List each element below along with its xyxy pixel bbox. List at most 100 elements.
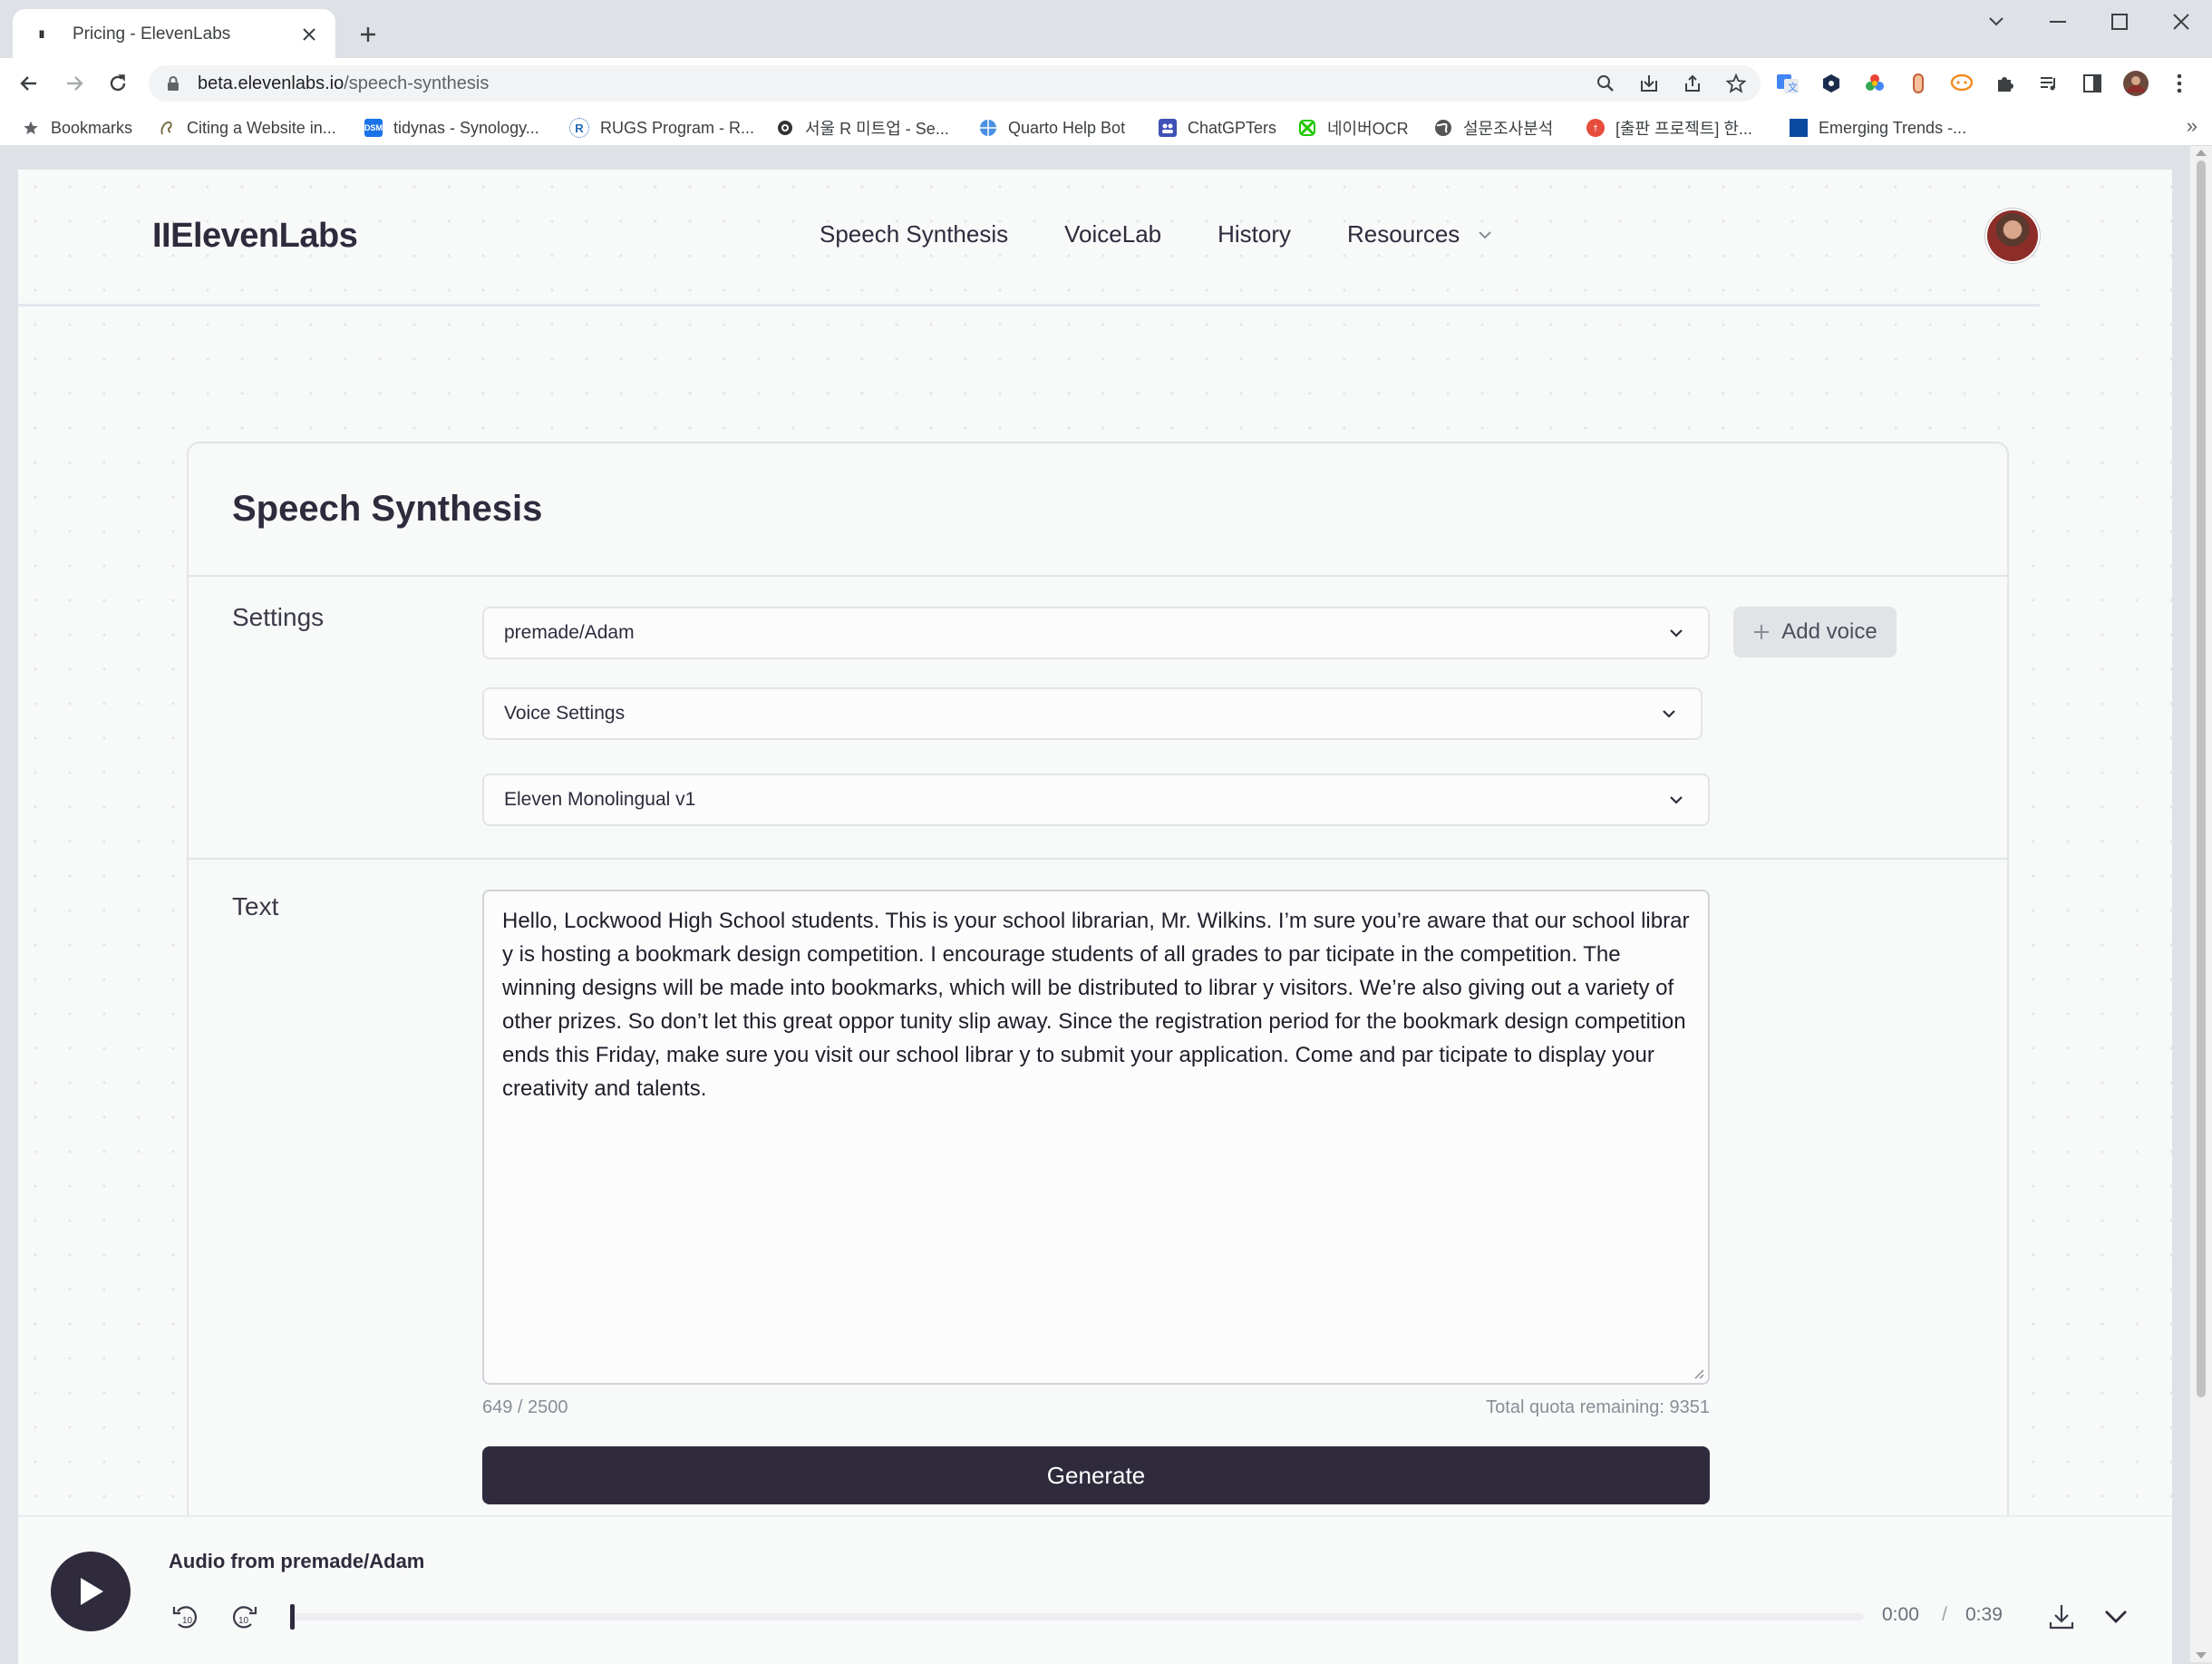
- model-select[interactable]: Eleven Monolingual v1: [482, 774, 1710, 826]
- bookmark-star-icon[interactable]: [1724, 72, 1748, 95]
- tab-title: Pricing - ElevenLabs: [73, 24, 231, 44]
- voice-settings-label: Voice Settings: [504, 703, 626, 724]
- side-panel-icon[interactable]: [2078, 69, 2107, 98]
- main-nav: Speech Synthesis VoiceLab History Resour…: [820, 220, 1494, 248]
- browser-tab[interactable]: ıı Pricing - ElevenLabs: [13, 9, 335, 60]
- nav-history[interactable]: History: [1218, 220, 1291, 248]
- extension-hexagon-icon[interactable]: [1817, 69, 1846, 98]
- bookmark-item[interactable]: 설문조사분석: [1434, 116, 1553, 140]
- progress-track[interactable]: [290, 1604, 1864, 1630]
- minimize-icon[interactable]: [2027, 0, 2089, 44]
- reload-icon[interactable]: [103, 69, 132, 98]
- forward-10-icon[interactable]: 10: [228, 1601, 259, 1631]
- bookmark-item[interactable]: Quarto Help Bot: [979, 116, 1125, 140]
- download-icon[interactable]: [2045, 1601, 2078, 1633]
- svg-text:10: 10: [238, 1616, 249, 1626]
- text-input-value: Hello, Lockwood High School students. Th…: [502, 909, 1690, 1101]
- bookmark-label: ChatGPTers: [1188, 118, 1277, 137]
- bookmark-label: Bookmarks: [51, 118, 133, 137]
- elevenlabs-logo[interactable]: IIElevenLabs: [152, 217, 358, 256]
- google-translate-icon[interactable]: 文: [1773, 69, 1802, 98]
- bookmark-label: Quarto Help Bot: [1008, 118, 1126, 137]
- globe-icon: [1434, 119, 1452, 137]
- user-avatar[interactable]: [1987, 210, 2038, 261]
- page-content: IIElevenLabs Speech Synthesis VoiceLab H…: [18, 170, 2172, 1662]
- nav-resources[interactable]: Resources: [1347, 220, 1494, 248]
- zoom-search-icon[interactable]: [1594, 72, 1617, 95]
- bookmarks-bar: Bookmarks Citing a Website in... DSM tid…: [0, 109, 2212, 146]
- plus-icon: [1754, 625, 1770, 639]
- resize-handle-icon[interactable]: [1692, 1367, 1704, 1379]
- nav-resources-label: Resources: [1347, 220, 1460, 248]
- audio-title: Audio from premade/Adam: [169, 1550, 425, 1572]
- bookmark-item[interactable]: DSM tidynas - Synology...: [364, 116, 539, 140]
- tab-search-chevron-icon[interactable]: [1965, 0, 2027, 44]
- window-controls: [1965, 0, 2212, 44]
- rewind-10-icon[interactable]: 10: [170, 1601, 201, 1631]
- r-logo-icon: R: [569, 118, 589, 138]
- add-voice-button[interactable]: Add voice: [1733, 607, 1897, 657]
- maximize-icon[interactable]: [2089, 0, 2150, 44]
- reading-list-icon[interactable]: [2034, 69, 2063, 98]
- settings-label: Settings: [232, 603, 325, 631]
- chevron-down-icon[interactable]: [2100, 1601, 2132, 1633]
- share-icon[interactable]: [1681, 72, 1704, 95]
- naver-ocr-icon: [1298, 119, 1316, 137]
- text-label: Text: [232, 892, 279, 920]
- play-icon: [81, 1578, 103, 1605]
- chevron-down-icon: [1670, 629, 1683, 637]
- project-icon: †: [1586, 119, 1605, 137]
- bookmark-item[interactable]: 서울 R 미트업 - Se...: [776, 116, 949, 140]
- bookmark-item[interactable]: Emerging Trends -...: [1790, 116, 1966, 140]
- scroll-down-arrow-icon[interactable]: [2196, 1652, 2207, 1659]
- bookmark-item[interactable]: Bookmarks: [22, 116, 132, 140]
- nav-voicelab[interactable]: VoiceLab: [1064, 220, 1161, 248]
- text-input[interactable]: Hello, Lockwood High School students. Th…: [482, 890, 1710, 1385]
- bookmark-item[interactable]: ChatGPTers: [1159, 116, 1276, 140]
- play-button[interactable]: [51, 1552, 131, 1631]
- page-scrollbar[interactable]: [2190, 146, 2212, 1662]
- globe-icon: [979, 119, 997, 137]
- extension-capsule-icon[interactable]: [1904, 69, 1933, 98]
- color-picker-icon[interactable]: [1860, 69, 1889, 98]
- generate-button[interactable]: Generate: [482, 1446, 1710, 1504]
- divider: [189, 858, 2007, 860]
- chevron-down-icon: [1479, 230, 1492, 238]
- bookmark-item[interactable]: R RUGS Program - R...: [569, 116, 754, 140]
- card-title: Speech Synthesis: [232, 489, 543, 529]
- nav-speech-synthesis[interactable]: Speech Synthesis: [820, 220, 1008, 248]
- bookmark-item[interactable]: Citing a Website in...: [158, 116, 336, 140]
- character-count: 649 / 2500: [482, 1397, 568, 1417]
- voice-select-value: premade/Adam: [504, 622, 635, 643]
- bookmark-label: Citing a Website in...: [187, 118, 336, 137]
- tab-close-icon[interactable]: [297, 23, 321, 46]
- bookmark-item[interactable]: 네이버OCR: [1298, 116, 1409, 140]
- profile-avatar-icon[interactable]: [2121, 69, 2150, 98]
- address-bar[interactable]: beta.elevenlabs.io/speech-synthesis: [149, 65, 1761, 102]
- forward-arrow-icon[interactable]: [60, 69, 89, 98]
- scrollbar-thumb[interactable]: [2197, 161, 2206, 1397]
- browser-menu-icon[interactable]: [2165, 69, 2194, 98]
- progress-thumb[interactable]: [290, 1604, 295, 1630]
- install-app-icon[interactable]: [1637, 72, 1661, 95]
- bookmark-label: 서울 R 미트업 - Se...: [805, 120, 949, 138]
- divider: [189, 575, 2007, 577]
- new-tab-plus-icon[interactable]: [354, 20, 383, 49]
- audio-player: Audio from premade/Adam 10 10 0:00 / 0:3…: [18, 1515, 2172, 1664]
- bookmark-item[interactable]: † [출판 프로젝트] 한...: [1586, 116, 1752, 140]
- extensions-puzzle-icon[interactable]: [1991, 69, 2020, 98]
- bookmark-label: 설문조사분석: [1463, 120, 1554, 138]
- model-select-value: Eleven Monolingual v1: [504, 789, 696, 810]
- scroll-up-arrow-icon[interactable]: [2196, 150, 2207, 156]
- voice-select[interactable]: premade/Adam: [482, 607, 1710, 659]
- bookmark-label: [출판 프로젝트] 한...: [1615, 120, 1752, 138]
- svg-text:10: 10: [182, 1616, 193, 1626]
- browser-toolbar: beta.elevenlabs.io/speech-synthesis 文: [0, 58, 2212, 109]
- back-arrow-icon[interactable]: [15, 69, 44, 98]
- bookmarks-overflow-icon[interactable]: »: [2187, 114, 2197, 138]
- current-time: 0:00: [1882, 1604, 1919, 1625]
- extension-chat-icon[interactable]: [1947, 69, 1976, 98]
- window-close-icon[interactable]: [2150, 0, 2212, 44]
- voice-settings-select[interactable]: Voice Settings: [482, 687, 1703, 740]
- bookmark-label: tidynas - Synology...: [393, 118, 539, 137]
